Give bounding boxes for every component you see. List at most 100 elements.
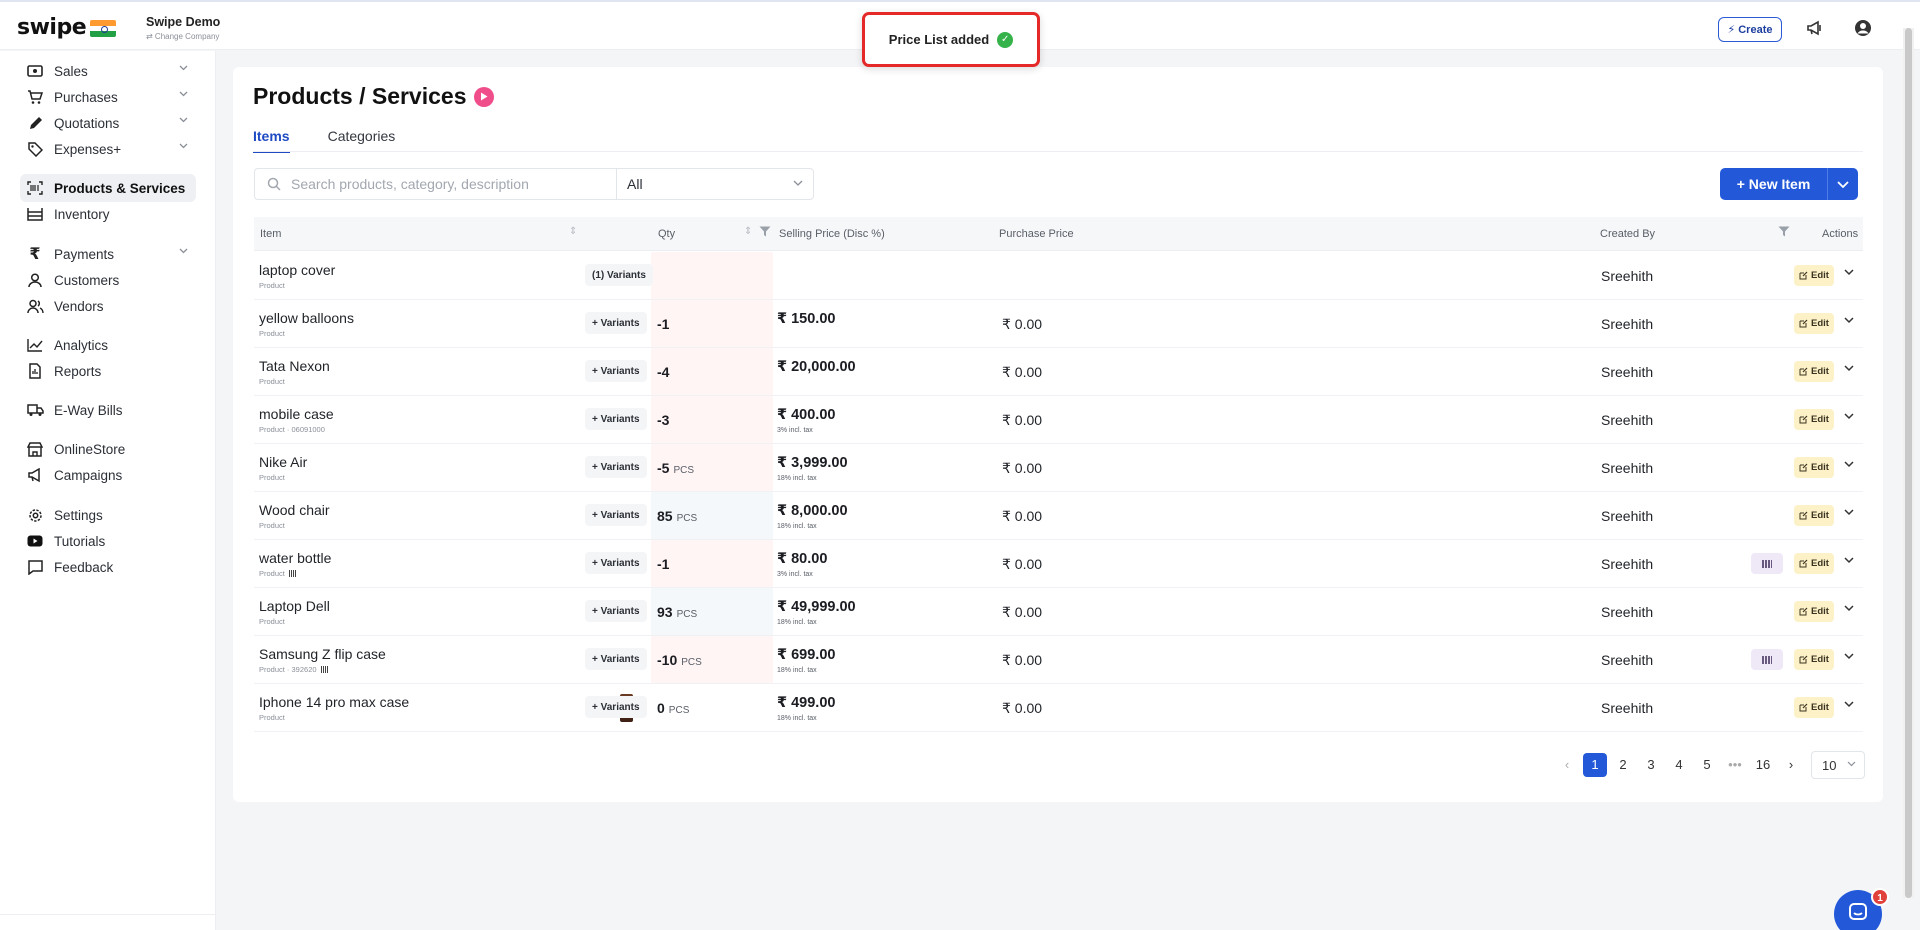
print-barcode-button[interactable] <box>1751 553 1783 574</box>
new-item-button[interactable]: + New Item <box>1720 168 1828 200</box>
scrollbar[interactable] <box>1903 28 1914 898</box>
sidebar-item-payments[interactable]: ₹ Payments <box>20 240 196 268</box>
page-16-button[interactable]: 16 <box>1749 753 1777 777</box>
table-row[interactable]: Samsung Z flip case Product · 392620 + Var… <box>254 636 1863 684</box>
sidebar-item-reports[interactable]: Reports <box>20 357 196 385</box>
sidebar-item-inventory[interactable]: Inventory <box>20 200 196 228</box>
variants-button[interactable]: + Variants <box>585 312 647 334</box>
variants-button[interactable]: + Variants <box>585 600 647 622</box>
variants-button[interactable]: + Variants <box>585 696 647 718</box>
sidebar-item-settings[interactable]: Settings <box>20 501 196 529</box>
table-row[interactable]: Nike Air Product + Variants -5 PCS ₹ 3,999.00… <box>254 444 1863 492</box>
table-row[interactable]: laptop cover Product (1) Variants Sreehith E… <box>254 252 1863 300</box>
sidebar-item-expenses[interactable]: Expenses+ <box>20 135 196 163</box>
chevron-down-icon[interactable] <box>1844 413 1854 420</box>
sidebar-item-feedback[interactable]: Feedback <box>20 553 196 581</box>
variants-button[interactable]: + Variants <box>585 456 647 478</box>
item-name[interactable]: water bottle <box>259 550 331 566</box>
edit-button[interactable]: Edit <box>1794 553 1834 574</box>
edit-icon <box>1799 607 1808 616</box>
sort-icon[interactable]: ⇕ <box>569 226 577 237</box>
chevron-down-icon[interactable] <box>1844 605 1854 612</box>
variants-button[interactable]: + Variants <box>585 552 647 574</box>
variants-button[interactable]: + Variants <box>585 360 647 382</box>
edit-button[interactable]: Edit <box>1794 697 1834 718</box>
page-4-button[interactable]: 4 <box>1665 753 1693 777</box>
chevron-down-icon[interactable] <box>1844 557 1854 564</box>
search-input[interactable]: Search products, category, description <box>254 168 616 200</box>
change-company-link[interactable]: ⇄ Change Company <box>146 32 220 41</box>
page-size-select[interactable]: 10 <box>1811 751 1865 779</box>
item-name[interactable]: mobile case <box>259 406 334 422</box>
sidebar-item-onlinestore[interactable]: OnlineStore <box>20 435 196 463</box>
table-row[interactable]: yellow balloons Product + Variants -1 ₹ 150.… <box>254 300 1863 348</box>
table-row[interactable]: Tata Nexon Product + Variants -4 ₹ 20,000.00… <box>254 348 1863 396</box>
next-page-button[interactable]: › <box>1777 753 1805 777</box>
barcode-icon <box>26 179 44 197</box>
chevron-down-icon[interactable] <box>1844 461 1854 468</box>
item-name[interactable]: Samsung Z flip case <box>259 646 386 662</box>
item-name[interactable]: yellow balloons <box>259 310 354 326</box>
sort-icon[interactable]: ⇕ <box>744 226 752 237</box>
play-video-icon[interactable] <box>473 86 494 107</box>
sidebar-item-tutorials[interactable]: Tutorials <box>20 527 196 555</box>
edit-button[interactable]: Edit <box>1794 601 1834 622</box>
sidebar-item-quotations[interactable]: Quotations <box>20 109 196 137</box>
filter-icon[interactable] <box>759 226 771 240</box>
table-row[interactable]: mobile case Product · 06091000 + Variants -… <box>254 396 1863 444</box>
edit-button[interactable]: Edit <box>1794 649 1834 670</box>
page-5-button[interactable]: 5 <box>1693 753 1721 777</box>
page-3-button[interactable]: 3 <box>1637 753 1665 777</box>
variants-button[interactable]: + Variants <box>585 408 647 430</box>
chevron-down-icon[interactable] <box>1844 365 1854 372</box>
edit-button[interactable]: Edit <box>1794 361 1834 382</box>
create-button[interactable]: ⚡ Create <box>1718 17 1782 42</box>
edit-button[interactable]: Edit <box>1794 505 1834 526</box>
item-name[interactable]: Tata Nexon <box>259 358 330 374</box>
swipe-logo[interactable]: swipe <box>17 15 87 40</box>
page-2-button[interactable]: 2 <box>1609 753 1637 777</box>
sidebar-item-analytics[interactable]: Analytics <box>20 331 196 359</box>
variants-button[interactable]: + Variants <box>585 504 647 526</box>
table-row[interactable]: Laptop Dell Product + Variants 93 PCS ₹ 49,99… <box>254 588 1863 636</box>
chevron-down-icon[interactable] <box>1844 701 1854 708</box>
new-item-dropdown[interactable] <box>1828 168 1858 200</box>
item-name[interactable]: Wood chair <box>259 502 330 518</box>
item-name[interactable]: Nike Air <box>259 454 307 470</box>
chevron-down-icon[interactable] <box>1844 653 1854 660</box>
chevron-down-icon[interactable] <box>1844 269 1854 276</box>
item-name[interactable]: laptop cover <box>259 262 335 278</box>
account-icon[interactable] <box>1852 17 1874 39</box>
column-header-purchase-price: Purchase Price <box>999 228 1074 240</box>
sidebar-item-sales[interactable]: Sales <box>20 57 196 85</box>
company-switcher[interactable]: Swipe Demo ⇄ Change Company <box>146 15 220 41</box>
sidebar-item-campaigns[interactable]: Campaigns <box>20 461 196 489</box>
youtube-icon <box>26 532 44 550</box>
edit-button[interactable]: Edit <box>1794 409 1834 430</box>
sidebar-item-e-way-bills[interactable]: E-Way Bills <box>20 396 196 424</box>
table-row[interactable]: Wood chair Product + Variants 85 PCS ₹ 8,000.… <box>254 492 1863 540</box>
edit-button[interactable]: Edit <box>1794 313 1834 334</box>
chevron-down-icon[interactable] <box>1844 509 1854 516</box>
print-barcode-button[interactable] <box>1751 649 1783 670</box>
sidebar-item-customers[interactable]: Customers <box>20 266 196 294</box>
sidebar-item-purchases[interactable]: Purchases <box>20 83 196 111</box>
megaphone-icon[interactable] <box>1804 17 1826 39</box>
sidebar-item-products-services[interactable]: Products & Services <box>20 174 196 202</box>
edit-button[interactable]: Edit <box>1794 265 1834 286</box>
chevron-down-icon <box>179 65 188 71</box>
variants-button[interactable]: + Variants <box>585 648 647 670</box>
table-row[interactable]: Iphone 14 pro max case Product + Variants 0… <box>254 684 1863 732</box>
chevron-down-icon[interactable] <box>1844 317 1854 324</box>
page-1-button[interactable]: 1 <box>1583 753 1607 777</box>
item-name[interactable]: Laptop Dell <box>259 598 330 614</box>
sidebar-item-vendors[interactable]: Vendors <box>20 292 196 320</box>
variants-button[interactable]: (1) Variants <box>585 264 653 286</box>
item-name[interactable]: Iphone 14 pro max case <box>259 694 409 710</box>
category-filter-select[interactable]: All <box>616 168 814 200</box>
filter-icon[interactable] <box>1778 226 1790 240</box>
prev-page-button[interactable]: ‹ <box>1553 753 1581 777</box>
table-row[interactable]: water bottle Product + Variants -1 ₹ 80.00 3%… <box>254 540 1863 588</box>
edit-button[interactable]: Edit <box>1794 457 1834 478</box>
page-ellipsis-button[interactable]: ••• <box>1721 753 1749 777</box>
